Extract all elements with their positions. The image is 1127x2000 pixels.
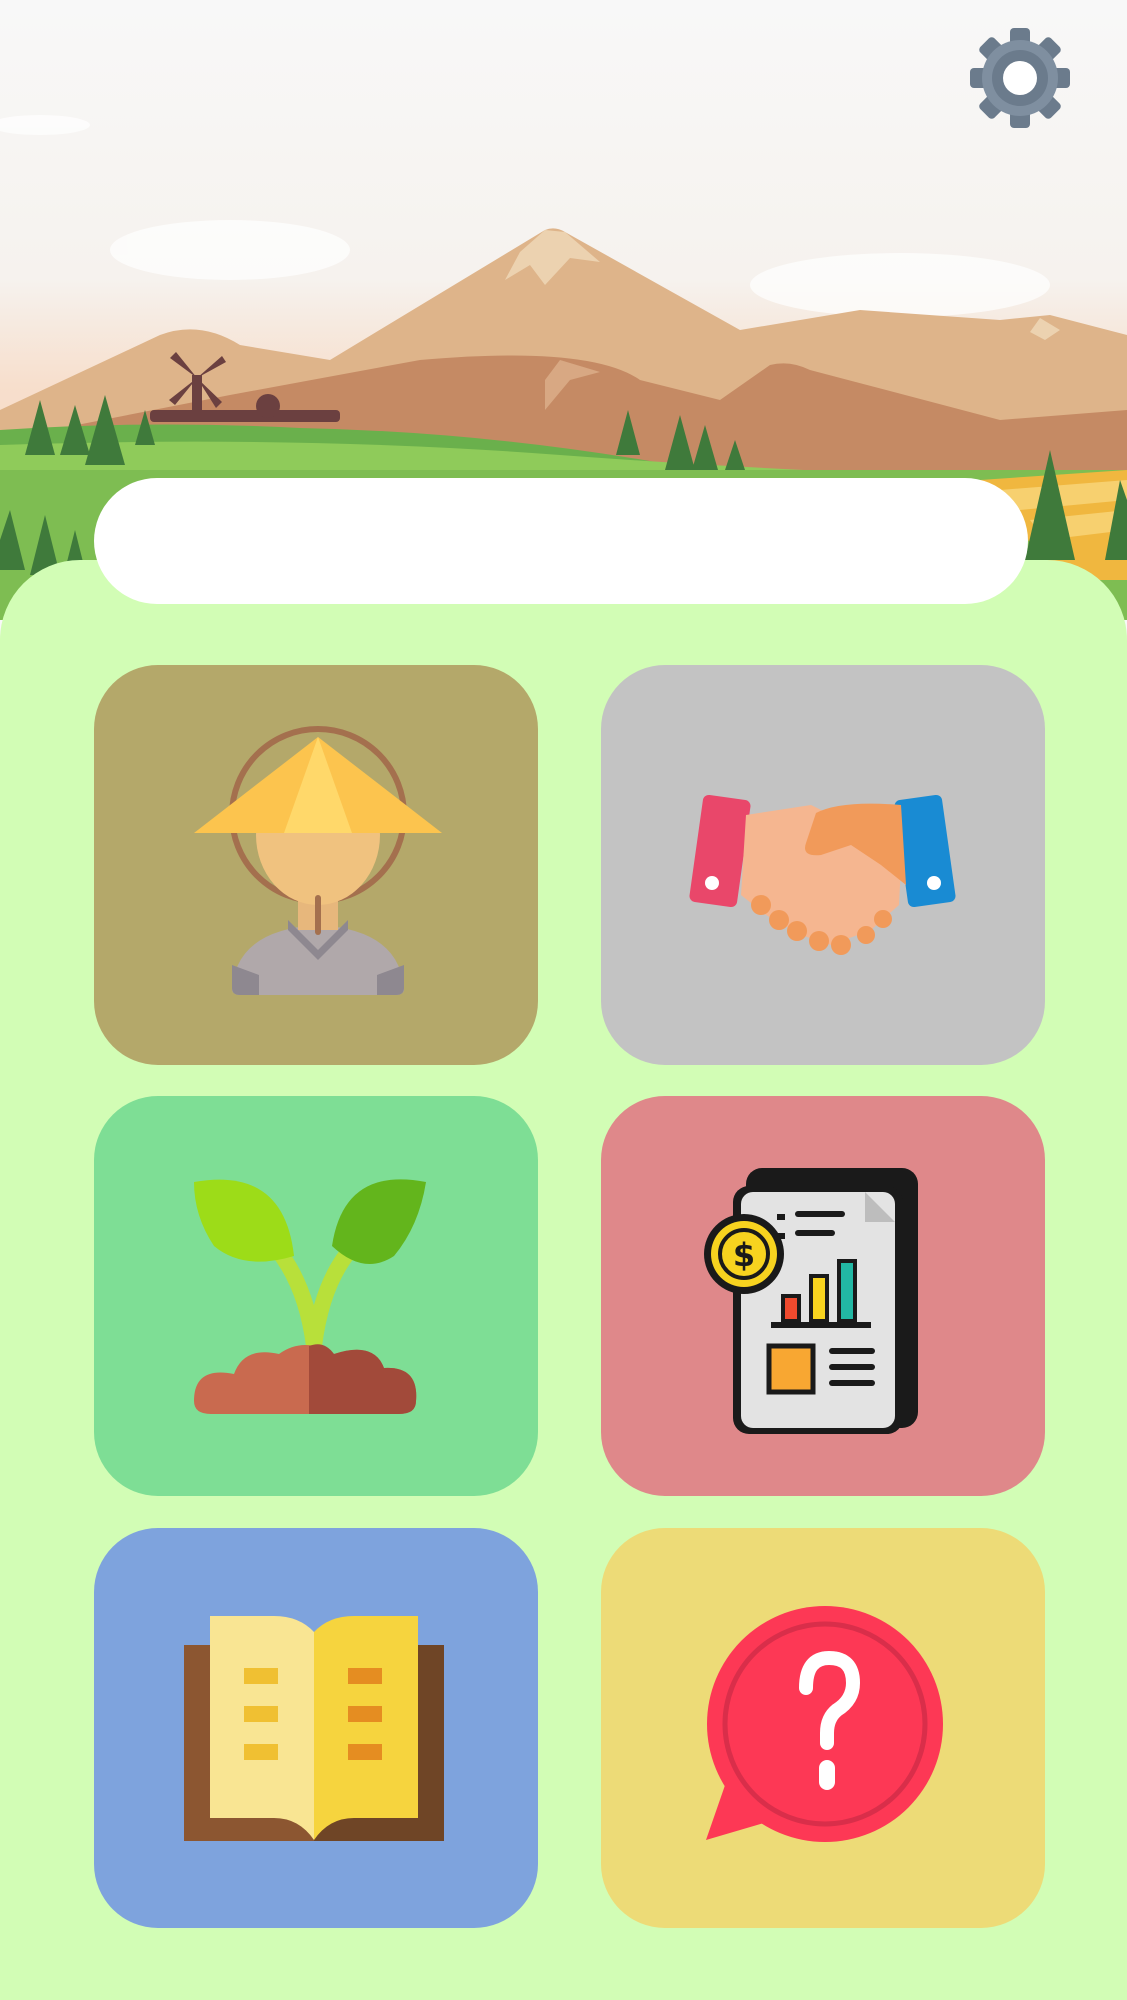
- help-tile[interactable]: [601, 1528, 1045, 1928]
- gear-icon: [970, 28, 1070, 128]
- farmer-icon: [194, 726, 442, 995]
- finance-report-tile[interactable]: $: [601, 1096, 1045, 1496]
- crops-tile[interactable]: [94, 1096, 538, 1496]
- open-book-icon: [184, 1616, 444, 1841]
- partnership-tile[interactable]: [601, 665, 1045, 1065]
- search-bar[interactable]: [94, 478, 1028, 604]
- settings-button[interactable]: [968, 26, 1072, 130]
- sprout-icon: [194, 1179, 426, 1414]
- svg-text:$: $: [733, 1236, 755, 1274]
- handshake-icon: [689, 794, 956, 955]
- guide-tile[interactable]: [94, 1528, 538, 1928]
- financial-report-icon: $: [704, 1168, 918, 1434]
- question-bubble-icon: [706, 1606, 943, 1842]
- farmer-tile[interactable]: [94, 665, 538, 1065]
